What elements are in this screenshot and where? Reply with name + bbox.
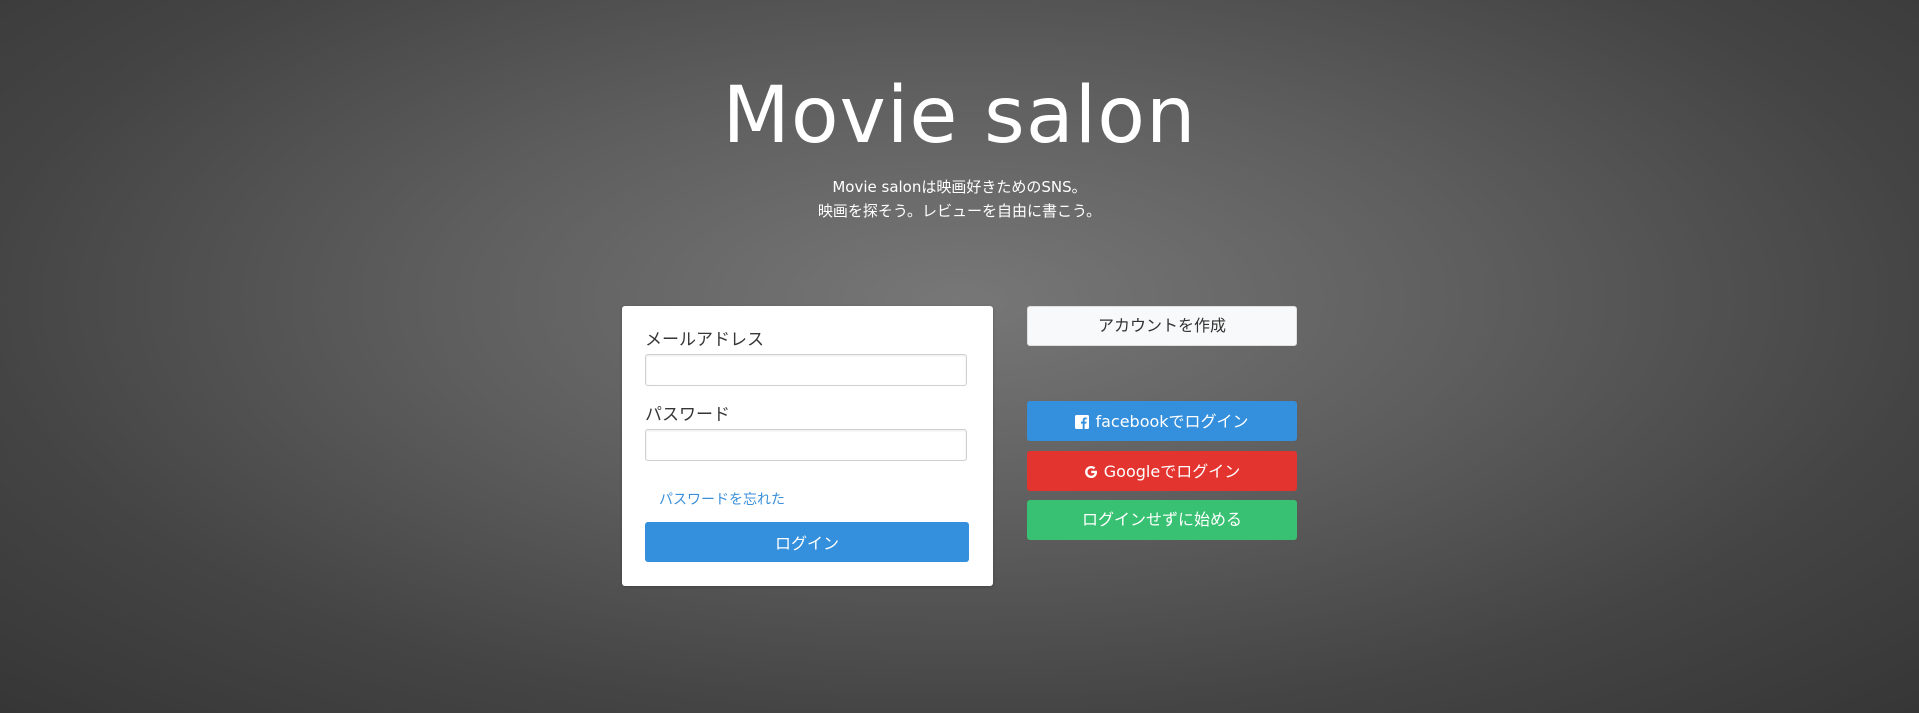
- facebook-login-label: facebookでログイン: [1095, 411, 1249, 431]
- facebook-icon: [1075, 414, 1090, 429]
- login-button[interactable]: ログイン: [645, 522, 969, 562]
- app-title: Movie salon: [722, 71, 1197, 161]
- password-field[interactable]: [645, 429, 967, 461]
- google-login-label: Googleでログイン: [1103, 461, 1241, 481]
- start-without-login-label: ログインせずに始める: [1081, 510, 1242, 529]
- create-account-label: アカウントを作成: [1097, 316, 1226, 335]
- google-icon: [1084, 465, 1097, 478]
- google-login-button[interactable]: Googleでログイン: [1027, 451, 1297, 491]
- login-form-card: メールアドレス パスワード パスワードを忘れた ログイン: [622, 306, 993, 586]
- password-label: パスワード: [645, 405, 730, 425]
- email-label: メールアドレス: [645, 330, 764, 350]
- app-tagline-line1: Movie salonは映画好きためのSNS。: [832, 178, 1087, 196]
- app-tagline-line2: 映画を探そう。レビューを自由に書こう。: [817, 202, 1102, 220]
- create-account-button[interactable]: アカウントを作成: [1027, 306, 1297, 346]
- forgot-password-link[interactable]: パスワードを忘れた: [659, 491, 785, 509]
- start-without-login-button[interactable]: ログインせずに始める: [1027, 500, 1297, 540]
- facebook-login-button[interactable]: facebookでログイン: [1027, 401, 1297, 441]
- email-field[interactable]: [645, 354, 967, 386]
